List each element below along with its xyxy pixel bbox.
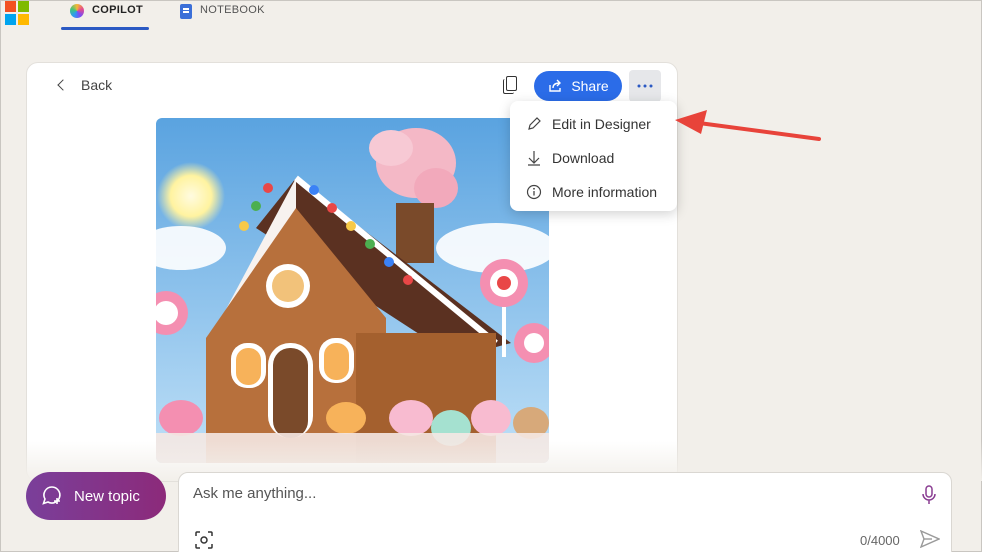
share-button[interactable]: Share	[534, 71, 622, 101]
tab-notebook-label: NOTEBOOK	[200, 4, 265, 16]
share-icon	[549, 79, 562, 92]
copilot-icon	[70, 4, 84, 18]
new-chat-icon	[42, 486, 61, 505]
new-topic-label: New topic	[74, 487, 140, 505]
annotation-arrow	[675, 110, 821, 141]
image-scan-icon[interactable]	[195, 531, 213, 549]
chat-input[interactable]	[193, 485, 893, 502]
send-icon[interactable]	[920, 530, 940, 548]
tab-copilot-label: COPILOT	[92, 4, 143, 16]
more-options-menu: Edit in Designer Download More informati…	[510, 101, 677, 211]
back-button[interactable]: Back	[57, 77, 113, 93]
menu-item-download[interactable]: Download	[510, 141, 677, 175]
chat-composer: 0/4000	[178, 472, 952, 552]
chevron-left-icon	[57, 79, 69, 91]
microsoft-logo	[5, 1, 31, 27]
notebook-icon	[180, 4, 192, 19]
menu-item-edit-in-designer[interactable]: Edit in Designer	[510, 107, 677, 141]
pencil-icon	[528, 117, 541, 130]
more-horizontal-icon	[637, 84, 653, 88]
more-options-button[interactable]	[629, 70, 661, 102]
menu-item-label: Edit in Designer	[552, 116, 651, 132]
menu-item-label: Download	[552, 150, 615, 166]
tab-notebook[interactable]: NOTEBOOK	[180, 1, 265, 31]
download-icon	[528, 151, 540, 166]
copy-button[interactable]	[502, 75, 520, 95]
microphone-icon[interactable]	[921, 485, 937, 505]
generated-image[interactable]	[156, 118, 549, 463]
character-counter: 0/4000	[860, 533, 900, 548]
active-tab-indicator	[61, 27, 149, 30]
menu-item-label: More information	[552, 184, 658, 200]
back-label: Back	[81, 77, 113, 93]
new-topic-button[interactable]: New topic	[26, 472, 166, 520]
menu-item-more-information[interactable]: More information	[510, 175, 677, 209]
info-icon	[526, 184, 542, 200]
share-label: Share	[571, 78, 609, 94]
